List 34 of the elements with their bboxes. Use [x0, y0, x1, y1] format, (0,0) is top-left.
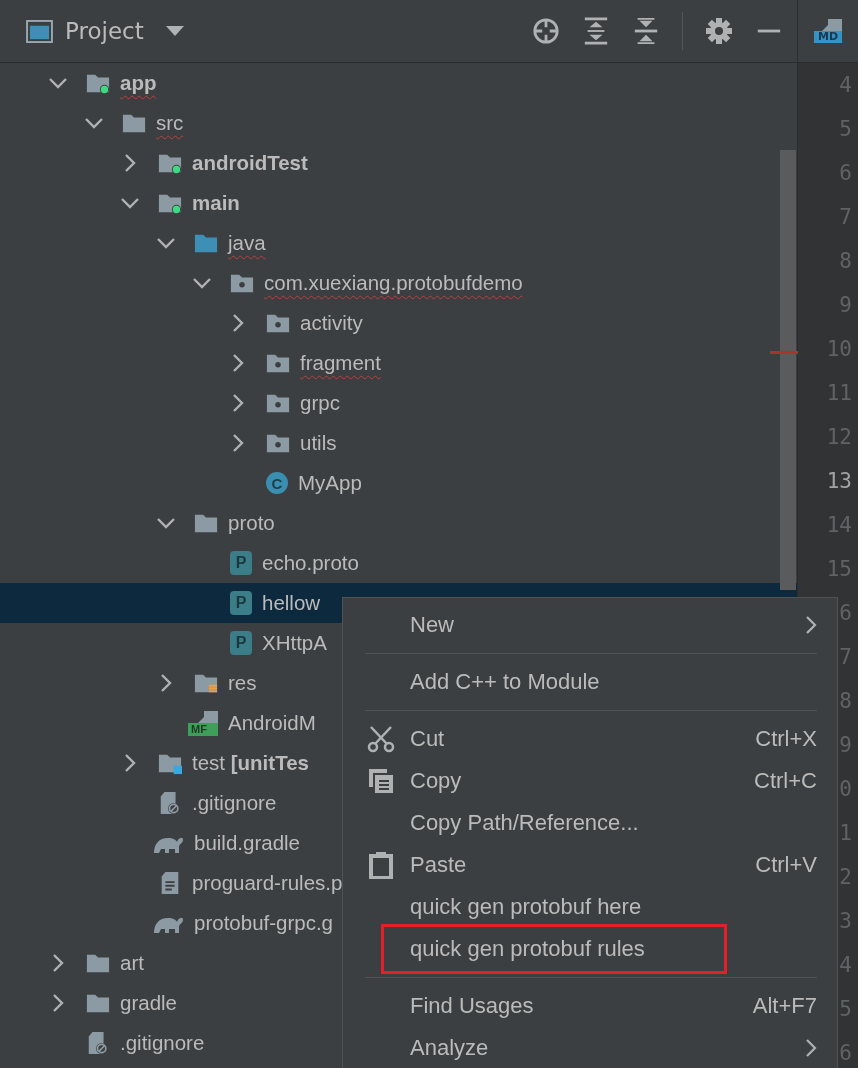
- item-label: activity: [300, 311, 363, 335]
- line-number: 13: [825, 468, 853, 495]
- item-label: build.gradle: [194, 831, 300, 855]
- item-label: art: [120, 951, 144, 975]
- item-label: main: [192, 191, 240, 215]
- shortcut-label: Alt+F7: [752, 993, 817, 1019]
- item-label: fragment: [300, 351, 381, 375]
- item-label: res: [228, 671, 257, 695]
- class-icon: C: [266, 472, 288, 494]
- item-label: test [unitTes: [192, 751, 309, 775]
- item-label: src: [156, 111, 184, 135]
- item-label: AndroidM: [228, 711, 316, 735]
- item-label: XHttpA: [262, 631, 327, 655]
- item-label: proguard-rules.p: [192, 871, 343, 895]
- item-label: protobuf-grpc.g: [194, 911, 334, 935]
- item-label: com.xuexiang.protobufdemo: [264, 271, 523, 295]
- item-label: .gitignore: [192, 791, 277, 815]
- proto-file-icon: P: [230, 631, 252, 655]
- proto-file-icon: P: [230, 591, 252, 615]
- item-label: echo.proto: [262, 551, 359, 575]
- item-label: app: [120, 71, 157, 95]
- item-label: MyApp: [298, 471, 362, 495]
- item-label: proto: [228, 511, 275, 535]
- shortcut-label: Ctrl+C: [754, 768, 817, 794]
- proto-file-icon: P: [230, 551, 252, 575]
- shortcut-label: Ctrl+V: [755, 852, 817, 878]
- item-label: utils: [300, 431, 337, 455]
- shortcut-label: Ctrl+X: [755, 726, 817, 752]
- item-label: androidTest: [192, 151, 308, 175]
- item-label: grpc: [300, 391, 340, 415]
- item-label: gradle: [120, 991, 177, 1015]
- item-label: hellow: [262, 591, 321, 615]
- item-label: .gitignore: [120, 1031, 205, 1055]
- item-label: java: [228, 231, 266, 255]
